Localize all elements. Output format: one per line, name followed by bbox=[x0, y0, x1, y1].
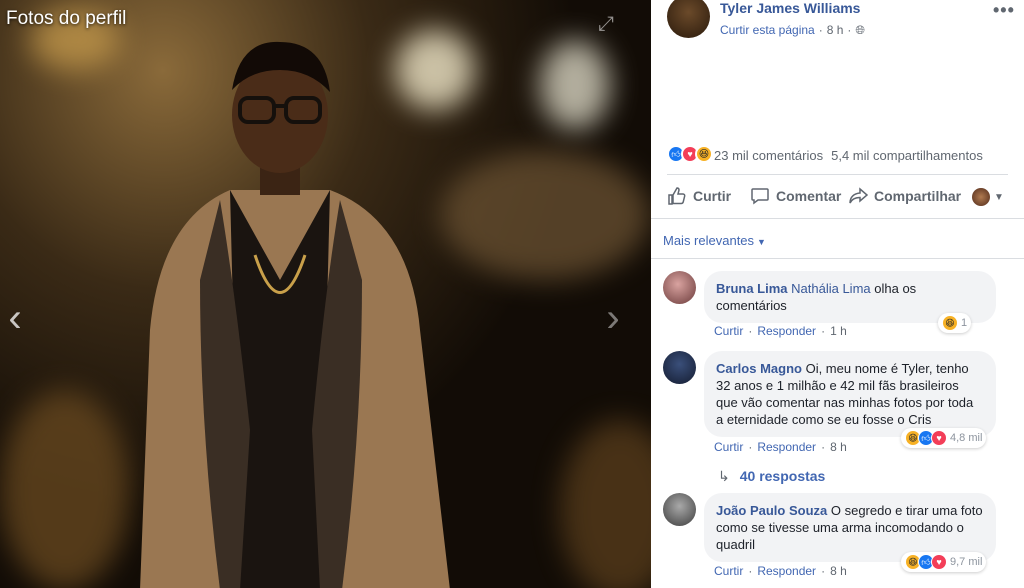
avatar[interactable] bbox=[663, 271, 696, 304]
avatar[interactable] bbox=[663, 351, 696, 384]
divider bbox=[651, 218, 1024, 219]
chevron-left-icon[interactable]: ‹ bbox=[0, 296, 30, 340]
thumbs-up-icon bbox=[668, 187, 686, 205]
comment-icon bbox=[751, 188, 769, 205]
comment-time[interactable]: 8 h bbox=[830, 564, 847, 578]
page-name-link[interactable]: Tyler James Williams bbox=[720, 0, 860, 16]
replies-count: 40 respostas bbox=[739, 468, 826, 484]
post-actions: Curtir Comentar Compartilhar ▼ bbox=[667, 186, 1012, 210]
globe-icon: 🌐︎ bbox=[855, 23, 866, 37]
profile-photo bbox=[140, 41, 450, 588]
share-icon bbox=[849, 187, 868, 204]
photo-viewer: Fotos do perfil ⤢ ‹ › bbox=[0, 0, 651, 588]
comment-reactions[interactable]: 😆︎ 👍︎ ♥ 9,7 mil bbox=[901, 552, 987, 572]
comment-button[interactable]: Comentar bbox=[750, 186, 841, 206]
reaction-count: 4,8 mil bbox=[950, 432, 983, 444]
shares-count[interactable]: 5,4 mil compartilhamentos bbox=[831, 148, 983, 163]
comment-actions: Curtir · Responder · 1 h bbox=[714, 324, 847, 338]
comment: Bruna Lima Nathália Lima olha os comentá… bbox=[663, 271, 1024, 341]
comment-author[interactable]: João Paulo Souza bbox=[716, 503, 827, 518]
like-page-link[interactable]: Curtir esta página bbox=[720, 23, 815, 37]
post-panel: Tyler James Williams Curtir esta página ·… bbox=[651, 0, 1024, 588]
comment-reactions[interactable]: 😆︎ 1 bbox=[938, 313, 972, 333]
reaction-count: 1 bbox=[961, 317, 968, 329]
caret-down-icon: ▼ bbox=[994, 191, 1004, 203]
tagged-user[interactable]: Nathália Lima bbox=[791, 281, 871, 296]
comment-author[interactable]: Carlos Magno bbox=[716, 361, 802, 376]
sort-comments-dropdown[interactable]: Mais relevantes ▼ bbox=[663, 233, 766, 248]
reaction-count: 9,7 mil bbox=[950, 556, 983, 568]
post-as-selector[interactable]: ▼ bbox=[972, 188, 1004, 206]
haha-icon: 😆︎ bbox=[695, 145, 713, 163]
avatar bbox=[972, 188, 990, 206]
divider bbox=[667, 174, 1008, 175]
page-avatar[interactable] bbox=[667, 0, 710, 38]
comment-author[interactable]: Bruna Lima bbox=[716, 281, 788, 296]
haha-icon: 😆︎ bbox=[942, 315, 958, 331]
divider bbox=[651, 258, 1024, 259]
comment-reply-link[interactable]: Responder bbox=[757, 564, 816, 578]
comment-reply-link[interactable]: Responder bbox=[757, 440, 816, 454]
ellipsis-icon[interactable]: ••• bbox=[993, 0, 1015, 21]
love-icon: ♥ bbox=[931, 554, 947, 570]
caret-down-icon: ▼ bbox=[757, 237, 766, 247]
view-replies-link[interactable]: ↳ 40 respostas bbox=[718, 468, 825, 485]
comment-actions: Curtir · Responder · 8 h bbox=[714, 564, 847, 578]
comment-actions: Curtir · Responder · 8 h bbox=[714, 440, 847, 454]
comment-time[interactable]: 8 h bbox=[830, 440, 847, 454]
album-title: Fotos do perfil bbox=[6, 8, 127, 29]
comment-reply-link[interactable]: Responder bbox=[757, 324, 816, 338]
like-button[interactable]: Curtir bbox=[667, 186, 731, 206]
love-icon: ♥ bbox=[931, 430, 947, 446]
sort-label: Mais relevantes bbox=[663, 233, 755, 248]
comment-label: Comentar bbox=[776, 188, 842, 204]
like-label: Curtir bbox=[693, 188, 732, 204]
comment-like-link[interactable]: Curtir bbox=[714, 324, 743, 338]
comment-reactions[interactable]: 😆︎ 👍︎ ♥ 4,8 mil bbox=[901, 428, 987, 448]
engagement-counts: 23 mil comentários 5,4 mil compartilhamen… bbox=[714, 148, 983, 163]
comment-time[interactable]: 1 h bbox=[830, 324, 847, 338]
comments-count[interactable]: 23 mil comentários bbox=[714, 148, 823, 163]
expand-icon[interactable]: ⤢ bbox=[594, 12, 618, 36]
comment-like-link[interactable]: Curtir bbox=[714, 564, 743, 578]
post-time[interactable]: 8 h bbox=[827, 23, 844, 37]
avatar[interactable] bbox=[663, 493, 696, 526]
post-meta: Curtir esta página · 8 h · 🌐︎ bbox=[720, 23, 866, 37]
share-label: Compartilhar bbox=[874, 188, 962, 204]
comment: Carlos Magno Oi, meu nome é Tyler, tenho… bbox=[663, 351, 1024, 461]
share-button[interactable]: Compartilhar bbox=[848, 186, 961, 206]
reply-arrow-icon: ↳ bbox=[718, 468, 730, 484]
chevron-right-icon[interactable]: › bbox=[598, 296, 628, 340]
comment-bubble: Carlos Magno Oi, meu nome é Tyler, tenho… bbox=[704, 351, 996, 437]
comment: João Paulo Souza O segredo e tirar uma f… bbox=[663, 493, 1024, 588]
comment-like-link[interactable]: Curtir bbox=[714, 440, 743, 454]
